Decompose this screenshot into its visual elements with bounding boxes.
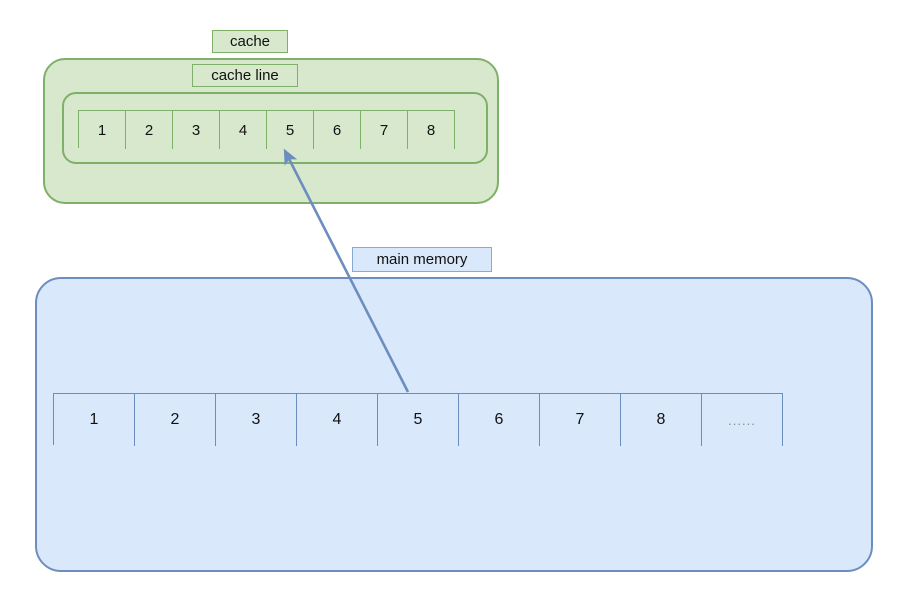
memory-cell: 1	[54, 394, 135, 446]
memory-cell: 4	[297, 394, 378, 446]
diagram-canvas: cache cache line main memory 1 2 3 4 5 6…	[0, 0, 907, 599]
memory-cell: 6	[459, 394, 540, 446]
main-memory-label: main memory	[352, 247, 492, 272]
memory-cell: 5	[378, 394, 459, 446]
cache-cell: 8	[408, 111, 455, 149]
memory-cell-ellipsis: ......	[702, 394, 783, 446]
cache-line-cells: 1 2 3 4 5 6 7 8	[78, 110, 455, 149]
memory-cell: 2	[135, 394, 216, 446]
cache-cell: 2	[126, 111, 173, 149]
cache-cell: 3	[173, 111, 220, 149]
cache-cell: 7	[361, 111, 408, 149]
cache-line-label: cache line	[192, 64, 298, 87]
memory-cell: 7	[540, 394, 621, 446]
memory-cell: 3	[216, 394, 297, 446]
main-memory-cells: 1 2 3 4 5 6 7 8 ......	[53, 393, 783, 446]
memory-cell: 8	[621, 394, 702, 446]
cache-cell: 1	[79, 111, 126, 149]
cache-cell: 4	[220, 111, 267, 149]
cache-label: cache	[212, 30, 288, 53]
cache-cell: 6	[314, 111, 361, 149]
cache-cell: 5	[267, 111, 314, 149]
